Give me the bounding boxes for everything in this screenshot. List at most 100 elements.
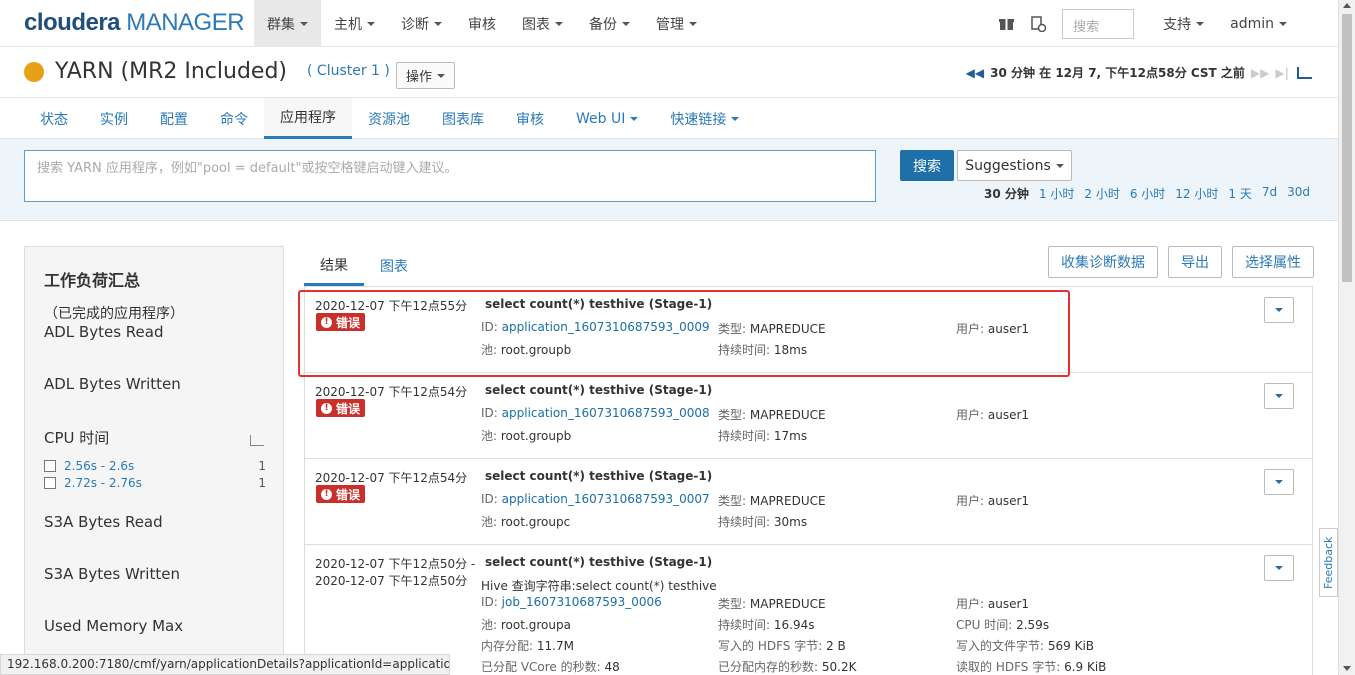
- table-row[interactable]: 2020-12-07 下午12点50分 - 2020-12-07 下午12点50…: [305, 545, 1312, 675]
- range-6h[interactable]: 6 小时: [1130, 185, 1165, 202]
- nav-diagnostics[interactable]: 诊断: [388, 0, 455, 47]
- cloudera-logo[interactable]: cloudera MANAGER: [24, 9, 245, 37]
- tab-applications[interactable]: 应用程序: [264, 98, 352, 139]
- mem-alloc-field: 内存分配: 11.7M: [481, 639, 574, 653]
- app-duration-field: 持续时间: 16.94s: [718, 618, 815, 632]
- table-row[interactable]: 2020-12-07 下午12点54分 ! 错误 select count(*) …: [305, 373, 1312, 459]
- time-now-icon[interactable]: ▶|: [1275, 66, 1289, 80]
- app-type-field: 类型: MAPREDUCE: [718, 408, 826, 422]
- scrollbar-thumb[interactable]: [1342, 14, 1352, 282]
- nav-backup[interactable]: 备份: [576, 0, 643, 47]
- tab-quick-links[interactable]: 快速链接: [654, 98, 755, 139]
- time-back-icon[interactable]: ◀◀: [966, 66, 984, 80]
- chart-icon[interactable]: [250, 435, 264, 446]
- metric-s3a-bytes-read[interactable]: S3A Bytes Read: [44, 513, 163, 531]
- file-write-field: 写入的文件字节: 569 KiB: [956, 639, 1095, 653]
- tab-configuration[interactable]: 配置: [144, 98, 204, 139]
- running-commands-icon[interactable]: [1030, 15, 1047, 32]
- results-tabs: 结果 图表: [304, 246, 424, 286]
- tab-results[interactable]: 结果: [304, 246, 364, 286]
- nav-charts[interactable]: 图表: [509, 0, 576, 47]
- actions-button[interactable]: 操作: [396, 62, 455, 89]
- metric-adl-bytes-written[interactable]: ADL Bytes Written: [44, 375, 181, 393]
- vcore-seconds-field: 已分配 VCore 的秒数: 48: [481, 660, 620, 674]
- range-30m[interactable]: 30 分钟: [984, 185, 1029, 202]
- metric-used-memory-max[interactable]: Used Memory Max: [44, 617, 183, 635]
- search-button[interactable]: 搜索: [900, 150, 954, 181]
- row-actions-dropdown[interactable]: [1264, 555, 1294, 581]
- export-button[interactable]: 导出: [1168, 246, 1222, 278]
- time-chart-icon[interactable]: [1297, 66, 1312, 79]
- app-duration-field: 持续时间: 17ms: [718, 429, 808, 443]
- cpu-range-filter[interactable]: 2.56s - 2.6s 1: [44, 459, 266, 473]
- time-range-selector: 30 分钟 1 小时 2 小时 6 小时 12 小时 1 天 7d 30d: [974, 185, 1310, 202]
- app-id-link[interactable]: application_1607310687593_0007: [502, 492, 710, 506]
- scroll-up-arrow-icon[interactable]: [1343, 3, 1351, 8]
- checkbox[interactable]: [44, 477, 56, 489]
- row-actions-dropdown[interactable]: [1264, 469, 1294, 495]
- tab-commands[interactable]: 命令: [204, 98, 264, 139]
- feedback-tab[interactable]: Feedback: [1319, 528, 1338, 597]
- service-title: YARN (MR2 Included): [55, 59, 287, 84]
- highlight-box: [298, 290, 1070, 377]
- error-badge: ! 错误: [316, 485, 366, 503]
- app-name[interactable]: select count(*) testhive (Stage-1): [485, 469, 712, 483]
- support-menu[interactable]: 支持: [1150, 0, 1217, 47]
- cluster-link[interactable]: ( Cluster 1 ): [307, 63, 390, 79]
- tab-web-ui[interactable]: Web UI: [560, 98, 654, 139]
- time-range-label[interactable]: 30 分钟 在 12月 7, 下午12点58分 CST 之前: [990, 64, 1245, 81]
- app-id-link[interactable]: application_1607310687593_0008: [502, 406, 710, 420]
- checkbox[interactable]: [44, 460, 56, 472]
- error-icon: !: [321, 402, 332, 414]
- cpu-range-filter[interactable]: 2.72s - 2.76s 1: [44, 476, 266, 490]
- range-2h[interactable]: 2 小时: [1084, 185, 1119, 202]
- range-1h[interactable]: 1 小时: [1039, 185, 1074, 202]
- mem-seconds-field: 已分配内存的秒数: 50.2K: [718, 660, 857, 674]
- parcel-gift-icon[interactable]: [998, 16, 1014, 32]
- app-pool-field: 池: root.groupb: [481, 429, 572, 443]
- metric-adl-bytes-read[interactable]: ADL Bytes Read: [44, 323, 164, 341]
- tab-result-charts[interactable]: 图表: [364, 246, 424, 286]
- range-12h[interactable]: 12 小时: [1175, 185, 1218, 202]
- suggestions-button[interactable]: Suggestions: [957, 150, 1072, 181]
- row-actions-dropdown[interactable]: [1264, 297, 1294, 323]
- select-attributes-button[interactable]: 选择属性: [1232, 246, 1314, 278]
- workload-summary-panel: 工作负荷汇总 （已完成的应用程序） ADL Bytes Read ADL Byt…: [24, 246, 284, 675]
- row-actions-dropdown[interactable]: [1264, 383, 1294, 409]
- global-search-input[interactable]: 搜索: [1062, 8, 1135, 39]
- tab-instances[interactable]: 实例: [84, 98, 144, 139]
- range-30d[interactable]: 30d: [1287, 185, 1310, 202]
- search-panel: 搜索 YARN 应用程序，例如"pool = default"或按空格键启动键入…: [0, 139, 1338, 221]
- app-type-field: 类型: MAPREDUCE: [718, 494, 826, 508]
- scroll-down-arrow-icon[interactable]: [1343, 666, 1351, 671]
- table-row[interactable]: 2020-12-07 下午12点54分 ! 错误 select count(*) …: [305, 459, 1312, 545]
- time-forward-icon[interactable]: ▶▶: [1251, 66, 1269, 80]
- metric-cpu-time[interactable]: CPU 时间: [44, 427, 109, 448]
- range-1d[interactable]: 1 天: [1228, 185, 1251, 202]
- tab-chart-library[interactable]: 图表库: [426, 98, 500, 139]
- app-name[interactable]: select count(*) testhive (Stage-1): [485, 555, 712, 569]
- tab-status[interactable]: 状态: [24, 98, 84, 139]
- app-id-field: ID: application_1607310687593_0007: [481, 492, 710, 506]
- collect-diagnostics-button[interactable]: 收集诊断数据: [1048, 246, 1158, 278]
- app-pool-field: 池: root.groupa: [481, 618, 571, 632]
- nav-audits[interactable]: 审核: [455, 0, 509, 47]
- error-icon: !: [321, 488, 332, 500]
- main-nav: 群集 主机 诊断 审核 图表 备份 管理: [254, 0, 710, 47]
- nav-hosts[interactable]: 主机: [321, 0, 388, 47]
- page-scrollbar[interactable]: [1338, 0, 1355, 675]
- user-menu[interactable]: admin: [1217, 0, 1300, 47]
- service-status-icon: [24, 62, 44, 82]
- metric-s3a-bytes-written[interactable]: S3A Bytes Written: [44, 565, 180, 583]
- app-id-link[interactable]: job_1607310687593_0006: [502, 595, 662, 609]
- app-name[interactable]: select count(*) testhive (Stage-1): [485, 383, 712, 397]
- tab-resource-pools[interactable]: 资源池: [352, 98, 426, 139]
- nav-admin[interactable]: 管理: [643, 0, 710, 47]
- app-time: 2020-12-07 下午12点54分: [315, 471, 468, 485]
- nav-clusters[interactable]: 群集: [254, 0, 321, 47]
- range-7d[interactable]: 7d: [1262, 185, 1277, 202]
- browser-status-url: 192.168.0.200:7180/cmf/yarn/applicationD…: [0, 654, 450, 675]
- application-search-input[interactable]: 搜索 YARN 应用程序，例如"pool = default"或按空格键启动键入…: [24, 150, 876, 202]
- tab-audits[interactable]: 审核: [500, 98, 560, 139]
- top-right-tools: 搜索 支持 admin: [998, 0, 1338, 47]
